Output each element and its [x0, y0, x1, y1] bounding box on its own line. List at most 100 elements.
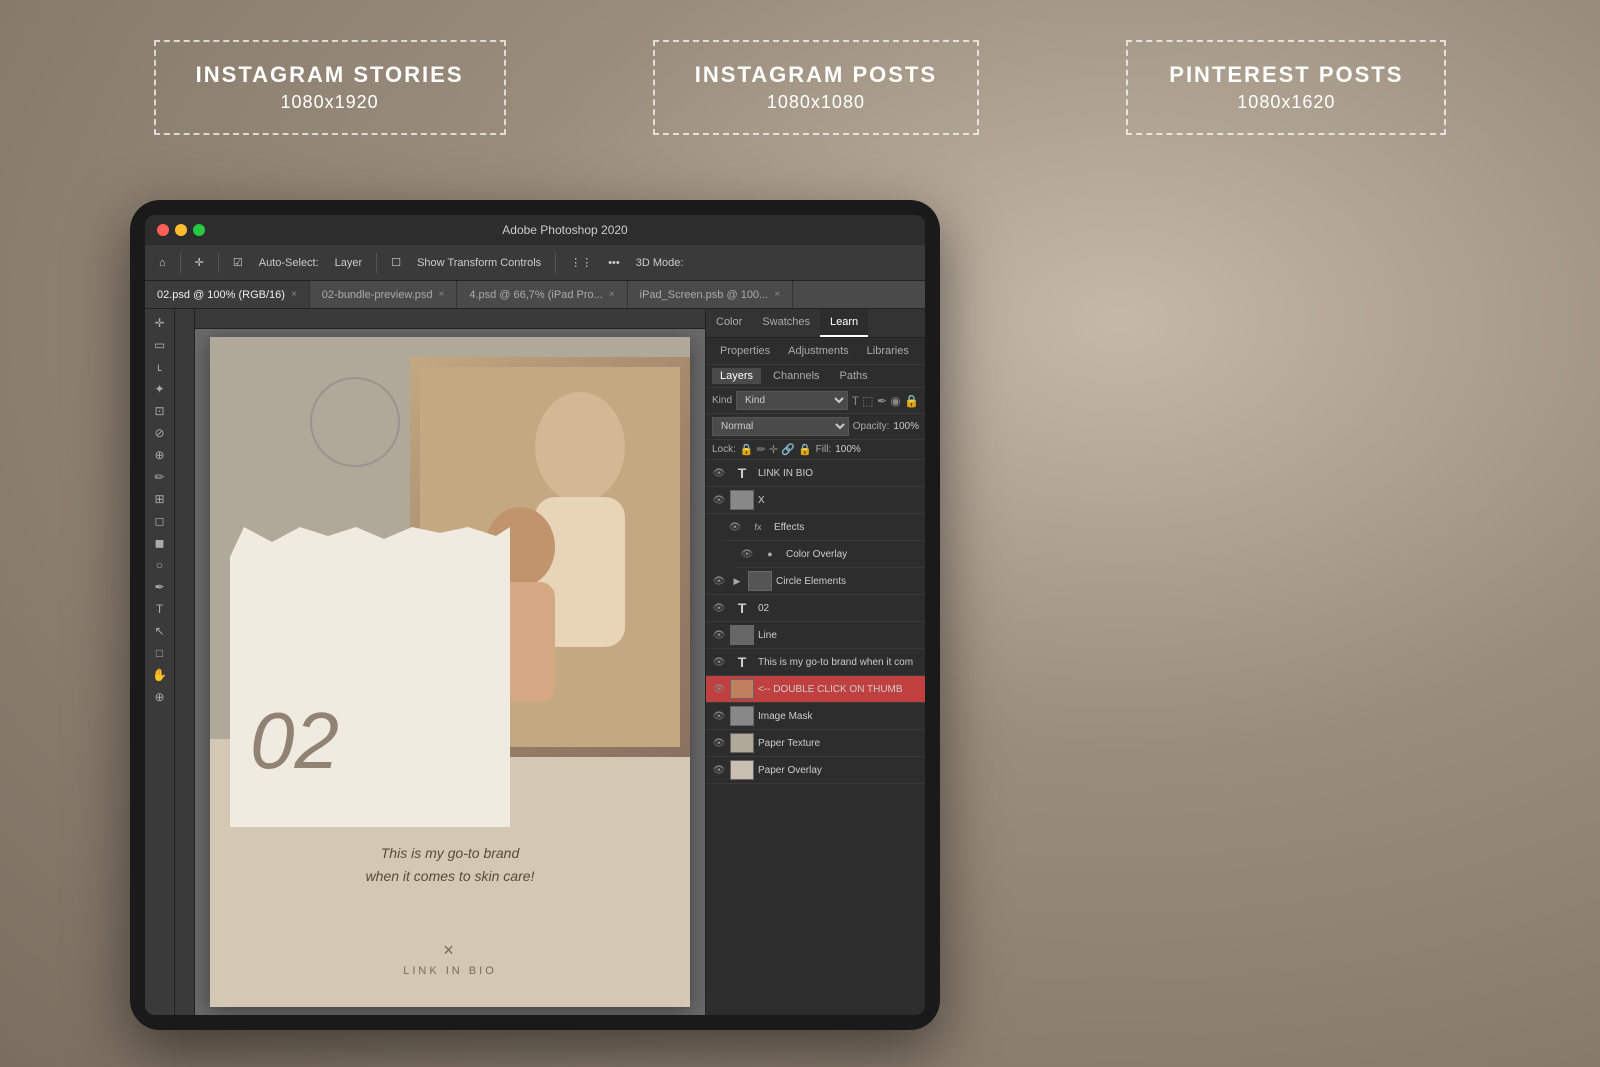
- canvas-bottom-text: × LINK IN BIO: [210, 940, 690, 977]
- thumb-9: [730, 679, 754, 699]
- eye-icon-6[interactable]: 👁: [712, 603, 726, 614]
- eye-icon-1[interactable]: 👁: [712, 468, 726, 479]
- canvas-stamp: [310, 377, 400, 467]
- kind-label: Kind: [712, 395, 732, 406]
- tab-3[interactable]: 4.psd @ 66,7% (iPad Pro... ×: [457, 281, 627, 308]
- eye-icon-10[interactable]: 👁: [712, 711, 726, 722]
- tool-spot-heal[interactable]: ⊕: [148, 445, 172, 465]
- layer-name-2: X: [758, 495, 919, 506]
- show-transform-checkbox[interactable]: ☐: [385, 254, 407, 271]
- layer-paper-texture[interactable]: 👁 Paper Texture: [706, 730, 925, 757]
- tool-zoom[interactable]: ⊕: [148, 687, 172, 707]
- properties-adjustments-libraries: Properties Adjustments Libraries: [706, 338, 925, 365]
- top-labels-container: INSTAGRAM STORIES 1080x1920 INSTAGRAM PO…: [0, 40, 1600, 135]
- sub-tab-libraries[interactable]: Libraries: [859, 342, 917, 360]
- layer-name-9: <-- DOUBLE CLICK ON THUMB: [758, 684, 919, 695]
- maximize-button[interactable]: [193, 224, 205, 236]
- left-toolbar: ✛ ▭ ʟ ✦ ⊡ ⊘ ⊕ ✏ ⊞ ◻ ◼ ○ ✒ T ↖ □ ✋ ⊕: [145, 309, 175, 1015]
- sub-tab-adjustments[interactable]: Adjustments: [780, 342, 857, 360]
- tool-move[interactable]: ✛: [148, 313, 172, 333]
- tool-shape[interactable]: □: [148, 643, 172, 663]
- device-mockup: Adobe Photoshop 2020 ⌂ ✛ ☑ Auto-Select: …: [130, 200, 940, 1030]
- show-transform-label: Show Transform Controls: [411, 255, 547, 271]
- canvas-area[interactable]: 02 This is my go-to brand when it comes …: [175, 309, 705, 1015]
- eye-icon-5[interactable]: 👁: [712, 576, 726, 587]
- tab-color[interactable]: Color: [706, 309, 752, 337]
- instagram-stories-subtitle: 1080x1920: [196, 92, 464, 113]
- tool-marquee[interactable]: ▭: [148, 335, 172, 355]
- layer-link-in-bio[interactable]: 👁 T LINK IN BIO: [706, 460, 925, 487]
- instagram-posts-title: INSTAGRAM POSTS: [695, 62, 937, 88]
- tool-brush[interactable]: ✏: [148, 467, 172, 487]
- layer-02[interactable]: 👁 T 02: [706, 595, 925, 622]
- canvas-background: 02 This is my go-to brand when it comes …: [195, 329, 705, 1015]
- layer-placeholder[interactable]: 👁 <-- DOUBLE CLICK ON THUMB: [706, 676, 925, 703]
- sub-tab-properties[interactable]: Properties: [712, 342, 778, 360]
- tab-swatches[interactable]: Swatches: [752, 309, 820, 337]
- tool-magic-wand[interactable]: ✦: [148, 379, 172, 399]
- layer-color-overlay[interactable]: 👁 ● Color Overlay: [734, 541, 925, 568]
- layer-image-mask[interactable]: 👁 Image Mask: [706, 703, 925, 730]
- close-tab-4[interactable]: ×: [774, 289, 780, 300]
- eye-icon-8[interactable]: 👁: [712, 657, 726, 668]
- tool-type[interactable]: T: [148, 599, 172, 619]
- move-tool[interactable]: ✛: [189, 254, 210, 271]
- layer-x[interactable]: 👁 X: [706, 487, 925, 514]
- eye-icon-11[interactable]: 👁: [712, 738, 726, 749]
- lock-icons[interactable]: 🔒 ✏ ✛ 🔗 🔒: [740, 443, 812, 456]
- tab-paths[interactable]: Paths: [832, 368, 876, 384]
- layer-paper-overlay[interactable]: 👁 Paper Overlay: [706, 757, 925, 784]
- align-btns[interactable]: ⋮⋮: [564, 254, 598, 271]
- thumb-1: T: [730, 463, 754, 483]
- close-button[interactable]: [157, 224, 169, 236]
- tab-2[interactable]: 02-bundle-preview.psd ×: [310, 281, 458, 308]
- home-btn[interactable]: ⌂: [153, 255, 172, 271]
- instagram-posts-subtitle: 1080x1080: [695, 92, 937, 113]
- eye-icon-4[interactable]: 👁: [740, 549, 754, 560]
- tool-path-select[interactable]: ↖: [148, 621, 172, 641]
- ruler-vertical: [175, 309, 195, 1015]
- thumb-12: [730, 760, 754, 780]
- close-tab-3[interactable]: ×: [609, 289, 615, 300]
- eye-icon-7[interactable]: 👁: [712, 630, 726, 641]
- color-swatches-learn-tabs: Color Swatches Learn: [706, 309, 925, 338]
- tool-dodge[interactable]: ○: [148, 555, 172, 575]
- eye-icon-3[interactable]: 👁: [728, 522, 742, 533]
- tab-channels[interactable]: Channels: [765, 368, 827, 384]
- tool-pen[interactable]: ✒: [148, 577, 172, 597]
- tab-learn[interactable]: Learn: [820, 309, 868, 337]
- thumb-7: [730, 625, 754, 645]
- blend-mode-select[interactable]: Normal: [712, 417, 849, 436]
- layer-text-body[interactable]: 👁 T This is my go-to brand when it com: [706, 649, 925, 676]
- tool-gradient[interactable]: ◼: [148, 533, 172, 553]
- eye-icon-2[interactable]: 👁: [712, 495, 726, 506]
- tool-crop[interactable]: ⊡: [148, 401, 172, 421]
- tool-hand[interactable]: ✋: [148, 665, 172, 685]
- more-btn[interactable]: •••: [602, 255, 626, 271]
- auto-select-checkbox[interactable]: ☑: [227, 254, 249, 271]
- thumb-5: [748, 571, 772, 591]
- thumb-4: ●: [758, 544, 782, 564]
- toolbar-sep-4: [555, 253, 556, 273]
- eye-icon-12[interactable]: 👁: [712, 765, 726, 776]
- tool-clone[interactable]: ⊞: [148, 489, 172, 509]
- layer-line[interactable]: 👁 Line: [706, 622, 925, 649]
- tab-layers[interactable]: Layers: [712, 368, 761, 384]
- layer-effects[interactable]: 👁 fx Effects: [722, 514, 925, 541]
- layer-name-5: Circle Elements: [776, 576, 919, 587]
- tab-1[interactable]: 02.psd @ 100% (RGB/16) ×: [145, 281, 310, 308]
- tab-4[interactable]: iPad_Screen.psb @ 100... ×: [628, 281, 793, 308]
- tool-eraser[interactable]: ◻: [148, 511, 172, 531]
- eye-icon-9[interactable]: 👁: [712, 684, 726, 695]
- group-arrow-5[interactable]: ▶: [730, 576, 744, 587]
- tool-eyedropper[interactable]: ⊘: [148, 423, 172, 443]
- layer-circle-elements[interactable]: 👁 ▶ Circle Elements: [706, 568, 925, 595]
- close-tab-1[interactable]: ×: [291, 289, 297, 300]
- close-tab-2[interactable]: ×: [438, 289, 444, 300]
- minimize-button[interactable]: [175, 224, 187, 236]
- kind-select[interactable]: Kind: [736, 391, 848, 410]
- pinterest-posts-subtitle: 1080x1620: [1168, 92, 1404, 113]
- layer-select[interactable]: Layer: [329, 255, 369, 271]
- tool-lasso[interactable]: ʟ: [148, 357, 172, 377]
- design-canvas: 02 This is my go-to brand when it comes …: [210, 337, 690, 1007]
